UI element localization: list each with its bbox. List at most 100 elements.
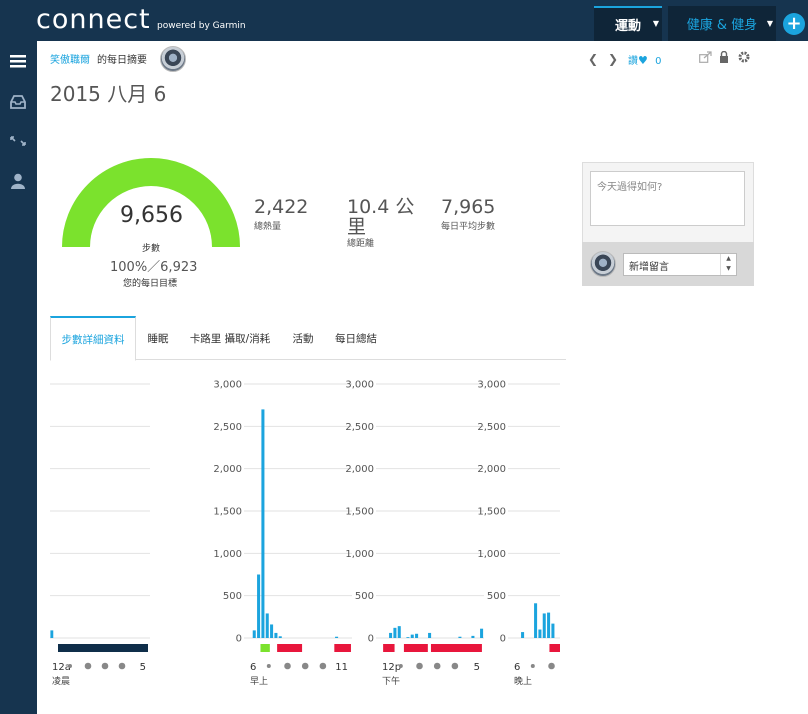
steps-value: 9,656: [120, 203, 183, 228]
activity-segment: [334, 644, 351, 652]
y-tick-label: 2,000: [213, 464, 242, 475]
goal-label: 您的每日目標: [123, 279, 178, 289]
y-tick-label: 1,000: [345, 549, 374, 560]
detail-tabs: 步數詳細資料 睡眠 卡路里 攝取/消耗 活動 每日總結: [50, 316, 566, 361]
step-bar: [278, 636, 282, 638]
y-tick-label: 1,500: [477, 507, 506, 518]
y-tick-label: 1,500: [213, 507, 242, 518]
expand-icon[interactable]: [8, 131, 28, 151]
step-bar: [252, 630, 256, 638]
step-bar: [406, 637, 410, 638]
period-label: 早上: [250, 676, 268, 687]
x-tick-label: 5: [140, 662, 146, 673]
heart-icon: ♥: [638, 54, 648, 67]
step-bar: [480, 628, 484, 638]
lock-icon[interactable]: [719, 50, 729, 66]
y-tick-label: 0: [236, 634, 242, 645]
hour-dot: [101, 662, 109, 670]
activity-segment: [430, 644, 482, 652]
step-bar: [551, 623, 555, 638]
step-bar: [428, 632, 432, 638]
y-tick-label: 500: [223, 591, 242, 602]
y-tick-label: 1,000: [477, 549, 506, 560]
menu-icon[interactable]: [8, 51, 28, 71]
step-bar: [534, 603, 538, 638]
chevron-left-icon[interactable]: ❮: [588, 52, 598, 66]
period-label: 晚上: [514, 676, 532, 687]
avg-steps-label: 每日平均步數: [441, 222, 496, 232]
share-icon[interactable]: [699, 51, 712, 66]
y-tick-label: 0: [500, 634, 506, 645]
comment-select-value: 新增留言: [629, 262, 669, 273]
hour-dot: [68, 664, 72, 668]
y-tick-label: 1,000: [213, 549, 242, 560]
hour-dot: [548, 662, 555, 670]
step-bar: [458, 636, 462, 638]
y-tick-label: 1,500: [345, 507, 374, 518]
avg-steps-value: 7,965: [441, 196, 496, 218]
owner-link[interactable]: 笑傲職爾: [50, 51, 90, 66]
steps-chart: 12a 5凌晨3,0002,5002,0001,5001,00050006 11早上…: [50, 380, 560, 687]
inbox-icon[interactable]: [8, 92, 28, 112]
step-bar: [397, 626, 401, 638]
like-label: 讚: [628, 56, 638, 67]
tab-sleep[interactable]: 睡眠: [140, 316, 176, 360]
step-bar: [257, 574, 261, 638]
avatar[interactable]: [160, 46, 186, 72]
chevron-down-icon[interactable]: ▼: [651, 6, 661, 41]
nav-tab-health[interactable]: 健康 & 健身: [668, 6, 776, 41]
step-bar: [265, 613, 269, 638]
activity-segment: [549, 644, 560, 652]
step-bar: [415, 633, 419, 638]
activity-segment: [403, 644, 428, 652]
y-tick-label: 2,000: [477, 464, 506, 475]
step-bar: [270, 624, 274, 638]
x-tick-label: 12a: [52, 662, 71, 673]
tab-calories[interactable]: 卡路里 攝取/消耗: [184, 316, 276, 360]
user-icon[interactable]: [8, 171, 28, 191]
activity-segment: [383, 644, 395, 652]
avatar: [590, 251, 616, 277]
like-button[interactable]: 讚♥ 0: [628, 52, 661, 67]
y-tick-label: 3,000: [345, 380, 374, 391]
tab-steps-detail[interactable]: 步數詳細資料: [50, 316, 136, 361]
chevron-down-icon[interactable]: ▼: [765, 6, 775, 41]
tab-activities[interactable]: 活動: [286, 316, 320, 360]
goal-percent: 100%／6,923: [110, 260, 198, 275]
hour-dot: [319, 662, 327, 670]
x-tick-label: 5: [474, 662, 480, 673]
step-bar: [410, 634, 414, 638]
comment-select[interactable]: 新增留言 ▲ ▼: [623, 253, 737, 276]
step-bar: [393, 627, 397, 638]
like-count: 0: [655, 56, 662, 67]
steps-goal-gauge: [62, 158, 240, 248]
y-tick-label: 3,000: [213, 380, 242, 391]
top-navbar: connect powered by Garmin 運動 ▼ 健康 & 健身 ▼…: [0, 0, 808, 41]
hour-dot: [84, 662, 92, 670]
plus-icon[interactable]: +: [783, 13, 805, 35]
chevron-right-icon[interactable]: ❯: [608, 52, 618, 66]
gear-icon[interactable]: [738, 51, 750, 66]
period-label: 凌晨: [52, 675, 70, 687]
spinner-icon[interactable]: ▲ ▼: [720, 254, 736, 275]
summary-label: 的每日摘要: [97, 55, 147, 66]
y-tick-label: 0: [368, 634, 374, 645]
comment-input[interactable]: 今天過得如何?: [590, 171, 745, 226]
hour-dot: [398, 664, 403, 668]
step-bar: [547, 612, 551, 638]
y-tick-label: 500: [355, 591, 374, 602]
calories-label: 總熱量: [254, 222, 282, 232]
tab-daily-summary[interactable]: 每日總結: [330, 316, 382, 360]
distance-value: 10.4 公里: [347, 196, 415, 238]
hour-dot: [451, 662, 459, 670]
step-bar: [274, 632, 278, 638]
sidebar: [0, 41, 37, 714]
step-bar: [261, 409, 265, 638]
step-bar: [389, 632, 393, 638]
y-tick-label: 2,500: [477, 422, 506, 433]
y-tick-label: 2,000: [345, 464, 374, 475]
hour-dot: [433, 662, 441, 670]
y-tick-label: 2,500: [345, 422, 374, 433]
connect-logo[interactable]: connect: [36, 4, 151, 35]
steps-label: 步數: [142, 244, 161, 254]
